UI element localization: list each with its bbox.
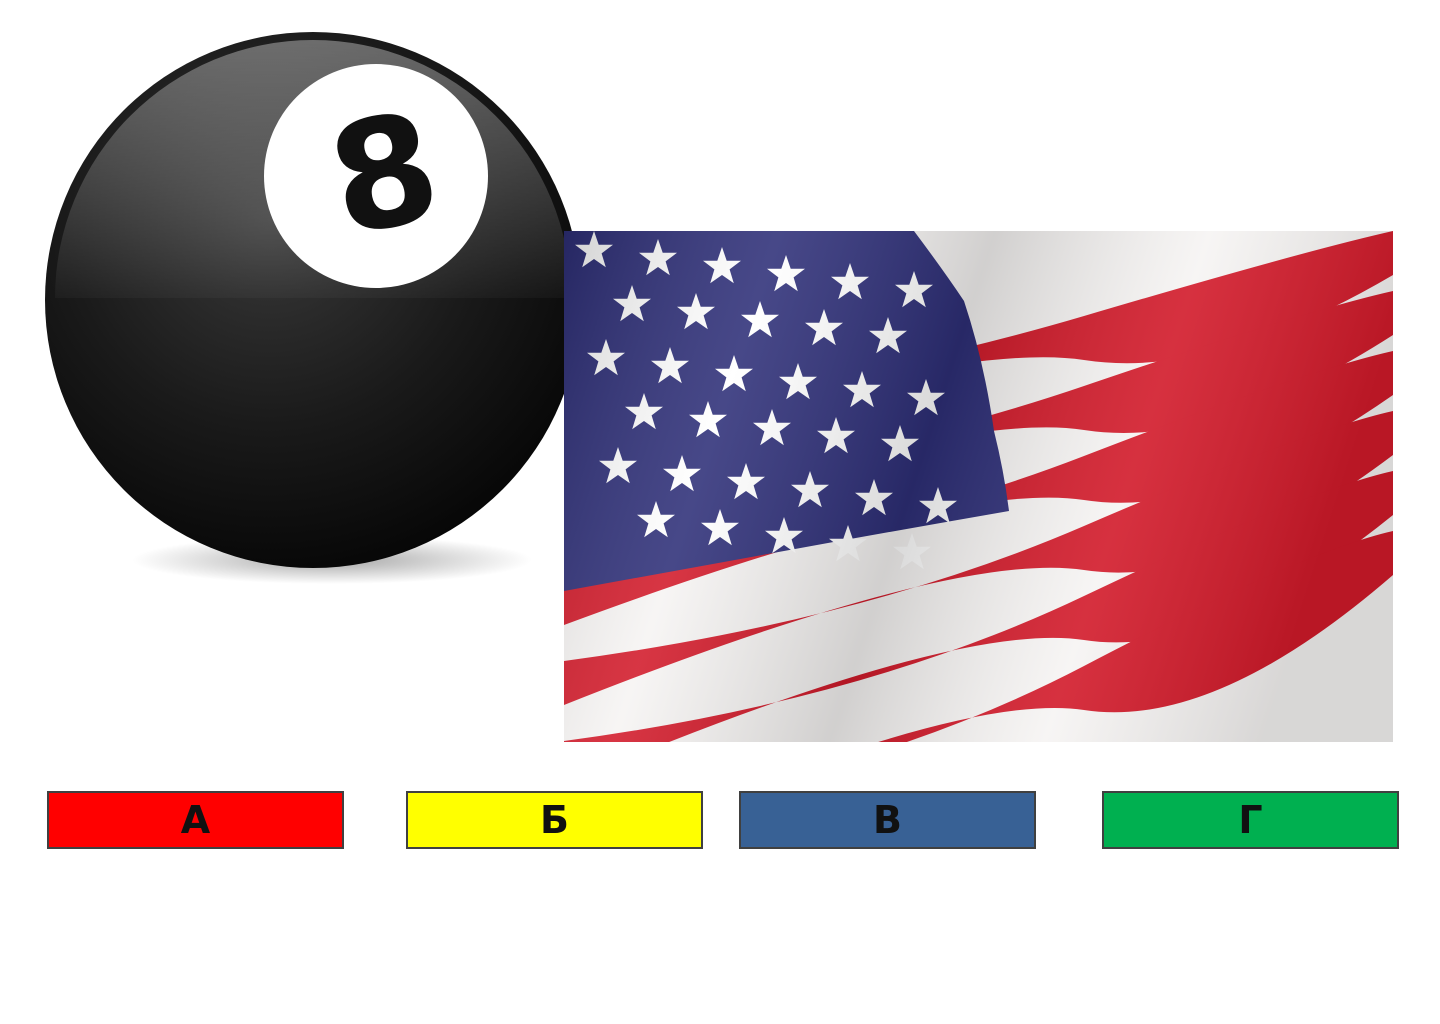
- us-flag-image: [564, 231, 1393, 742]
- us-flag-icon: [564, 231, 1393, 742]
- quiz-slide: 8 А Б В Г: [0, 0, 1440, 1024]
- answer-option-d[interactable]: Г: [1102, 791, 1399, 849]
- eight-ball-icon: 8: [45, 32, 581, 584]
- eight-ball-image: 8: [40, 28, 588, 588]
- answer-option-c[interactable]: В: [739, 791, 1036, 849]
- answer-option-b-label: Б: [540, 798, 569, 842]
- answer-option-d-label: Г: [1238, 798, 1263, 842]
- answer-option-b[interactable]: Б: [406, 791, 703, 849]
- answer-option-a[interactable]: А: [47, 791, 344, 849]
- answer-option-a-label: А: [180, 798, 211, 842]
- answer-option-c-label: В: [873, 798, 902, 842]
